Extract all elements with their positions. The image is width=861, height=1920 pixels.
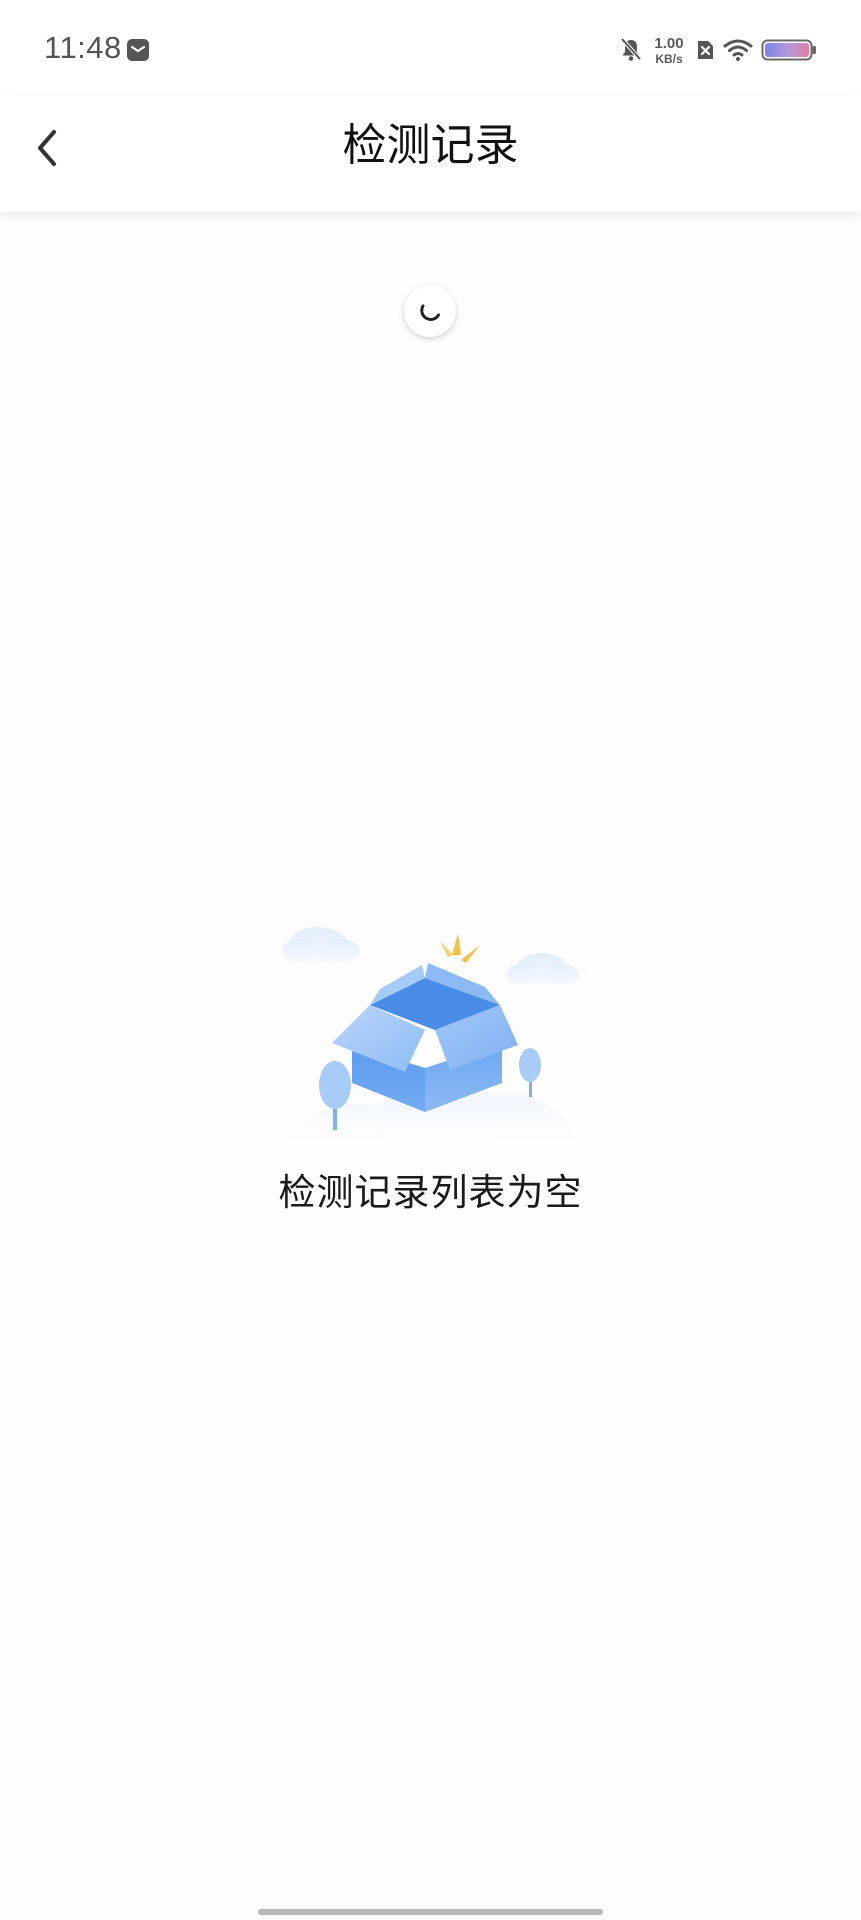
status-icons: 1.00 KB/s xyxy=(619,30,817,70)
empty-state-message: 检测记录列表为空 xyxy=(278,1171,583,1214)
net-speed-value: 1.00 xyxy=(654,34,684,52)
page-title: 检测记录 xyxy=(342,120,519,171)
cloud-left xyxy=(282,927,360,963)
battery-icon xyxy=(761,39,816,61)
sim-x-icon xyxy=(698,41,713,59)
wifi-icon xyxy=(723,39,753,61)
sparkle xyxy=(440,933,480,963)
status-time: 11:48 xyxy=(44,30,122,65)
loading-spinner xyxy=(404,285,456,337)
net-speed-unit: KB/s xyxy=(655,51,683,66)
open-box-illustration xyxy=(280,927,585,1150)
net-speed: 1.00 KB/s xyxy=(651,36,687,65)
mail-icon xyxy=(127,39,149,61)
status-bar: 11:48 1.00 KB/s xyxy=(0,0,861,96)
app-header: 检测记录 xyxy=(0,96,861,212)
tree-right xyxy=(519,1048,541,1097)
spinner-icon xyxy=(420,304,440,321)
bell-off-icon xyxy=(620,37,642,61)
home-indicator[interactable] xyxy=(258,1909,603,1915)
cloud-right xyxy=(506,953,579,986)
